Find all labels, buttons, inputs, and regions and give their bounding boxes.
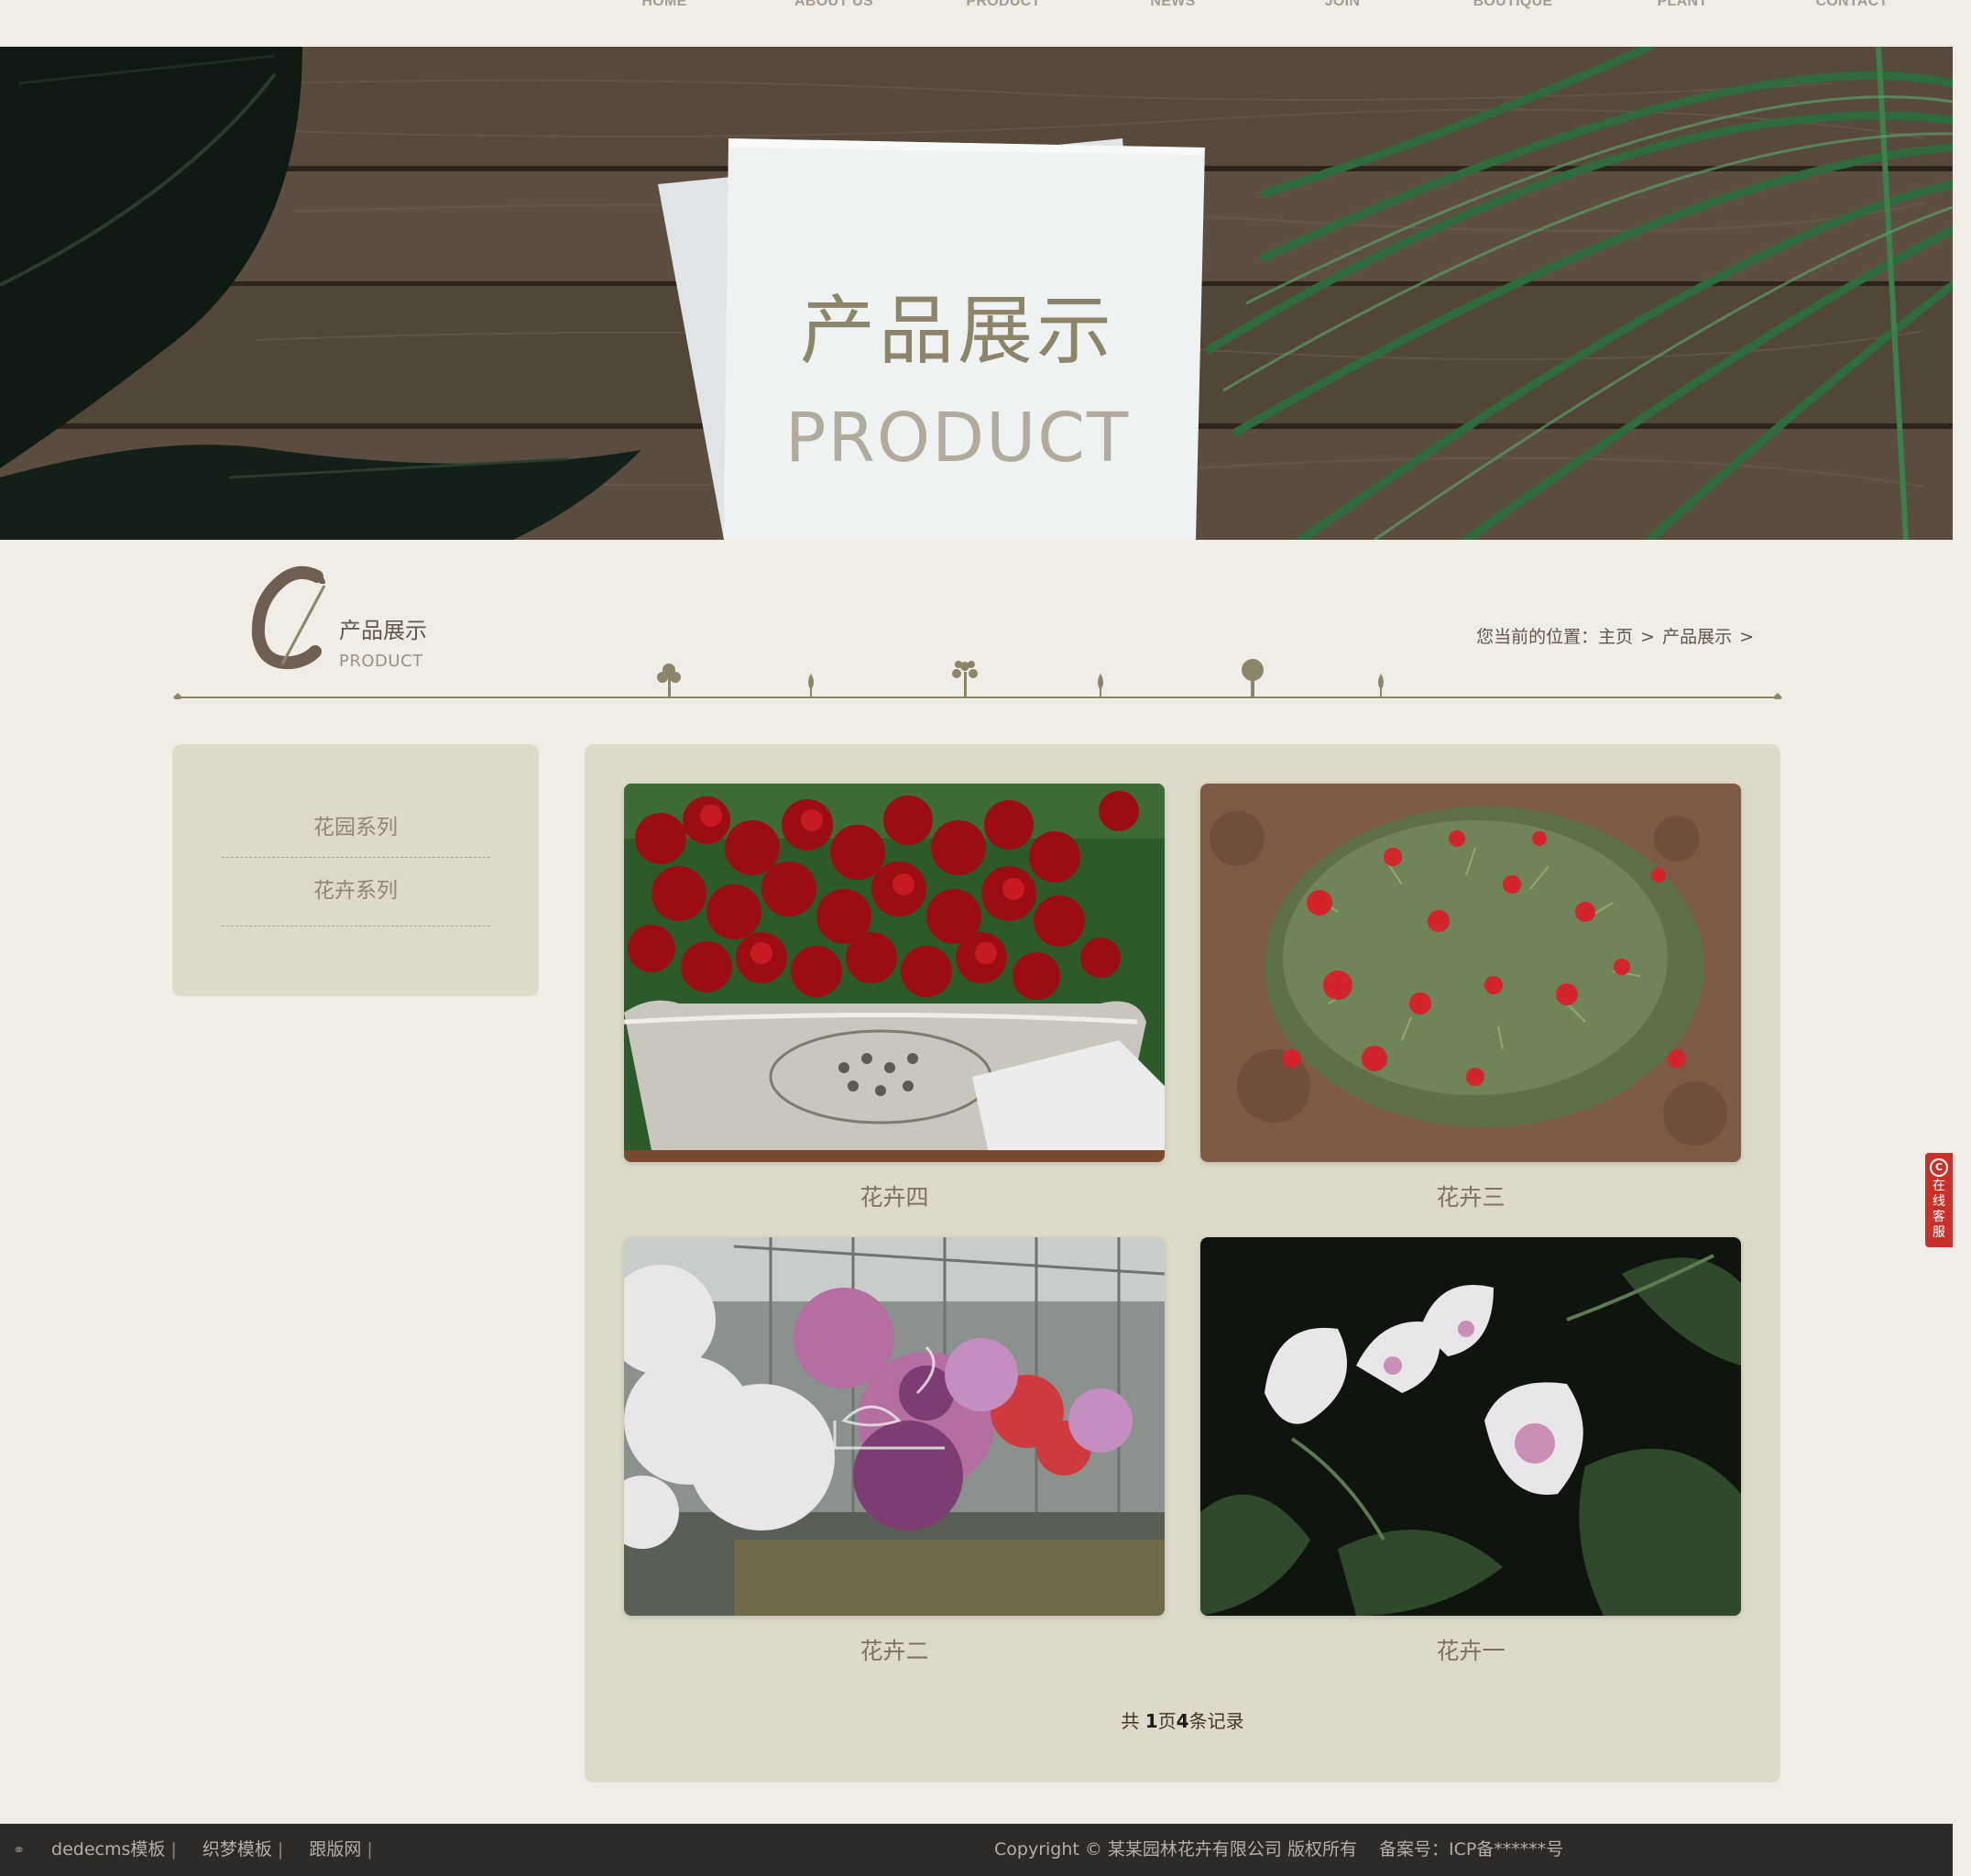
online-service-button[interactable]: C 在 线 客 服 <box>1925 1153 1953 1247</box>
nav-plant[interactable]: PLANT <box>1609 0 1756 10</box>
footer-divider: | <box>367 1839 373 1860</box>
breadcrumb-current-link[interactable]: 产品展示 <box>1662 627 1732 647</box>
nav-product[interactable]: PRODUCT <box>930 0 1077 10</box>
icp-text: 备案号：ICP备******号 <box>1378 1839 1564 1860</box>
category-sidebar: 花园系列 花卉系列 <box>172 744 539 996</box>
product-name[interactable]: 花卉一 <box>1200 1640 1741 1662</box>
plant-flower-icon <box>657 664 681 697</box>
product-card[interactable]: 花卉二 <box>624 1237 1165 1662</box>
pager-text: 条记录 <box>1188 1710 1244 1732</box>
footer-link[interactable]: 织梦模板 <box>203 1839 272 1860</box>
chat-icon: C <box>1930 1158 1948 1177</box>
breadcrumb: 您当前的位置：主页 > 产品展示 > <box>1476 629 1761 646</box>
service-char: 在 <box>1933 1179 1945 1193</box>
breadcrumb-prefix: 您当前的位置： <box>1476 627 1599 647</box>
pager-record-count: 4 <box>1176 1710 1189 1732</box>
breadcrumb-home-link[interactable]: 主页 <box>1598 627 1633 647</box>
sidebar-item-flower-series[interactable]: 花卉系列 <box>221 858 490 927</box>
breadcrumb-separator: > <box>1739 627 1754 647</box>
sidebar-item-garden-series[interactable]: 花园系列 <box>221 788 490 858</box>
product-thumbnail[interactable] <box>624 784 1165 1162</box>
breadcrumb-separator: > <box>1640 627 1656 647</box>
footer-link[interactable]: 跟版网 <box>309 1839 361 1860</box>
product-thumbnail[interactable] <box>624 1237 1165 1616</box>
product-name[interactable]: 花卉四 <box>624 1186 1165 1209</box>
top-nav: HOME ABOUT US PRODUCT NEWS JOIN BOUTIQUE… <box>0 0 1953 47</box>
product-name[interactable]: 花卉二 <box>624 1640 1165 1662</box>
copyright-text: Copyright © 某某园林花卉有限公司 版权所有 <box>994 1839 1357 1860</box>
page-banner: 产品展示 PRODUCT <box>0 47 1953 540</box>
footer-link[interactable]: dedecms模板 <box>51 1839 165 1860</box>
nav-join[interactable]: JOIN <box>1269 0 1416 10</box>
pager-page-count: 1 <box>1144 1710 1158 1732</box>
nav-home[interactable]: HOME <box>591 0 738 10</box>
section-title: 产品展示 <box>339 618 427 643</box>
product-card[interactable]: 花卉一 <box>1200 1237 1741 1662</box>
product-panel: 花卉四 花卉三 花卉二 花卉一 共 1页4条记录 <box>585 744 1780 1783</box>
pagination-summary: 共 1页4条记录 <box>585 1712 1780 1730</box>
pager-text: 共 <box>1121 1710 1140 1732</box>
footer-divider: | <box>277 1839 284 1860</box>
nav-news[interactable]: NEWS <box>1100 0 1246 10</box>
decorative-divider <box>173 659 1782 699</box>
pager-text: 页 <box>1157 1710 1177 1732</box>
product-thumbnail[interactable] <box>1200 784 1741 1162</box>
service-char: 线 <box>1933 1194 1945 1209</box>
leaf-icon <box>1378 674 1384 697</box>
product-card[interactable]: 花卉四 <box>624 784 1165 1209</box>
product-thumbnail[interactable] <box>1200 1237 1741 1616</box>
product-card[interactable]: 花卉三 <box>1200 784 1741 1209</box>
banner-title: 产品展示 <box>799 288 1115 375</box>
nav-boutique[interactable]: BOUTIQUE <box>1440 0 1586 10</box>
product-name[interactable]: 花卉三 <box>1200 1186 1741 1209</box>
service-char: 服 <box>1933 1225 1945 1240</box>
page-footer: ⚭ dedecms模板 | 织梦模板 | 跟版网 | Copyright © 某某园林… <box>0 1824 1953 1876</box>
plant-tree-icon <box>1242 659 1264 697</box>
plant-tree-icon <box>952 661 978 697</box>
link-icon: ⚭ <box>13 1841 26 1859</box>
leaf-icon <box>808 674 814 697</box>
leaf-icon <box>1098 674 1103 697</box>
banner-subtitle: PRODUCT <box>784 399 1131 477</box>
footer-links: ⚭ dedecms模板 | 织梦模板 | 跟版网 | <box>13 1824 373 1876</box>
nav-contact[interactable]: CONTACT <box>1779 0 1925 10</box>
footer-copyright: Copyright © 某某园林花卉有限公司 版权所有 备案号：ICP备*****… <box>994 1824 1563 1876</box>
nav-about-us[interactable]: ABOUT US <box>761 0 907 10</box>
footer-divider: | <box>170 1839 177 1860</box>
service-char: 客 <box>1933 1210 1945 1224</box>
